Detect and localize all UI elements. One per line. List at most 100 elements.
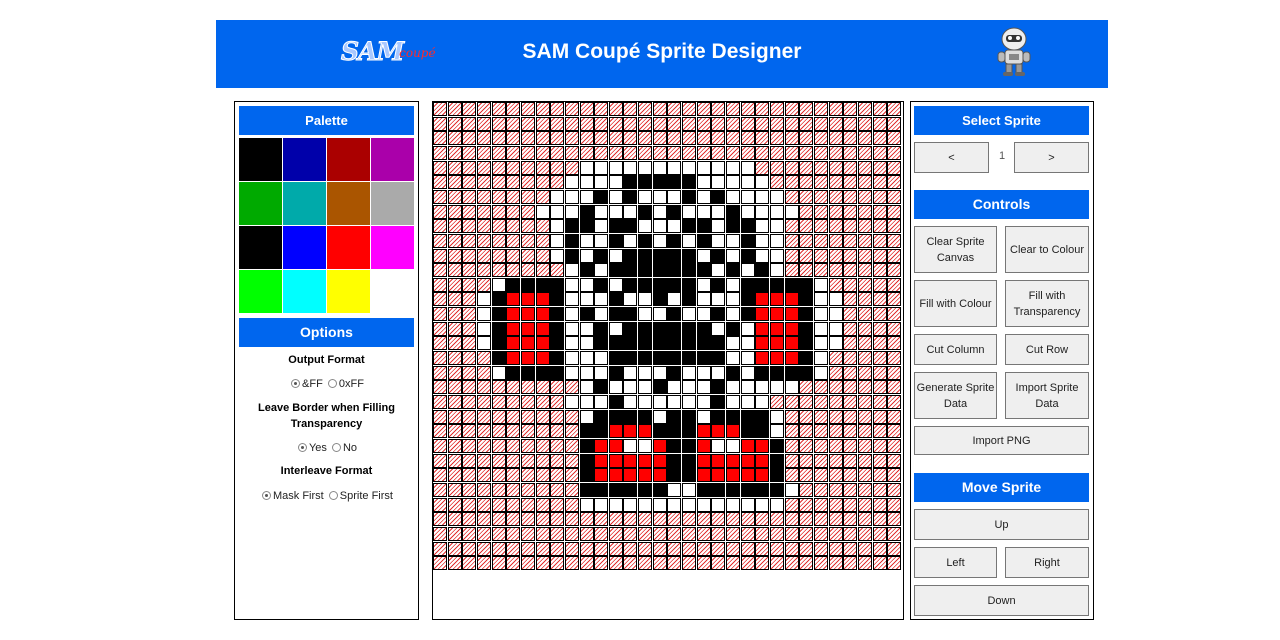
sprite-pixel[interactable] [609, 424, 623, 438]
sprite-pixel[interactable] [521, 498, 535, 512]
sprite-pixel[interactable] [755, 380, 769, 394]
sprite-pixel[interactable] [755, 498, 769, 512]
sprite-pixel[interactable] [829, 146, 843, 160]
sprite-pixel[interactable] [814, 336, 828, 350]
sprite-pixel[interactable] [887, 556, 901, 570]
sprite-pixel[interactable] [682, 131, 696, 145]
sprite-pixel[interactable] [492, 307, 506, 321]
sprite-pixel[interactable] [799, 336, 813, 350]
sprite-pixel[interactable] [506, 439, 520, 453]
sprite-pixel[interactable] [755, 366, 769, 380]
sprite-pixel[interactable] [873, 278, 887, 292]
sprite-pixel[interactable] [506, 102, 520, 116]
sprite-pixel[interactable] [726, 454, 740, 468]
sprite-pixel[interactable] [506, 146, 520, 160]
sprite-pixel[interactable] [667, 161, 681, 175]
move-up-button[interactable]: Up [914, 509, 1089, 540]
sprite-pixel[interactable] [741, 175, 755, 189]
sprite-pixel[interactable] [462, 483, 476, 497]
sprite-pixel[interactable] [682, 512, 696, 526]
sprite-pixel[interactable] [492, 263, 506, 277]
sprite-pixel[interactable] [506, 234, 520, 248]
sprite-pixel[interactable] [448, 527, 462, 541]
sprite-pixel[interactable] [580, 146, 594, 160]
sprite-pixel[interactable] [682, 439, 696, 453]
sprite-pixel[interactable] [843, 205, 857, 219]
sprite-pixel[interactable] [697, 146, 711, 160]
sprite-pixel[interactable] [638, 439, 652, 453]
sprite-pixel[interactable] [814, 498, 828, 512]
sprite-pixel[interactable] [623, 234, 637, 248]
sprite-pixel[interactable] [858, 190, 872, 204]
sprite-pixel[interactable] [536, 131, 550, 145]
sprite-pixel[interactable] [667, 542, 681, 556]
sprite-pixel[interactable] [477, 131, 491, 145]
sprite-pixel[interactable] [755, 527, 769, 541]
palette-swatch[interactable] [327, 138, 370, 181]
sprite-pixel[interactable] [448, 322, 462, 336]
sprite-pixel[interactable] [887, 117, 901, 131]
sprite-pixel[interactable] [638, 307, 652, 321]
sprite-pixel[interactable] [477, 190, 491, 204]
sprite-pixel[interactable] [462, 454, 476, 468]
sprite-pixel[interactable] [506, 131, 520, 145]
sprite-pixel[interactable] [594, 351, 608, 365]
sprite-pixel[interactable] [755, 146, 769, 160]
sprite-pixel[interactable] [682, 542, 696, 556]
sprite-pixel[interactable] [594, 468, 608, 482]
sprite-pixel[interactable] [506, 307, 520, 321]
sprite-pixel[interactable] [741, 234, 755, 248]
sprite-pixel[interactable] [448, 175, 462, 189]
sprite-pixel[interactable] [785, 410, 799, 424]
sprite-pixel[interactable] [873, 336, 887, 350]
sprite-pixel[interactable] [653, 468, 667, 482]
sprite-pixel[interactable] [594, 102, 608, 116]
sprite-pixel[interactable] [565, 542, 579, 556]
sprite-pixel[interactable] [829, 424, 843, 438]
sprite-pixel[interactable] [653, 512, 667, 526]
sprite-pixel[interactable] [653, 556, 667, 570]
sprite-pixel[interactable] [799, 556, 813, 570]
sprite-pixel[interactable] [638, 556, 652, 570]
sprite-pixel[interactable] [492, 424, 506, 438]
sprite-pixel[interactable] [550, 146, 564, 160]
leave-border-radio-yes[interactable] [297, 443, 307, 453]
sprite-pixel[interactable] [873, 410, 887, 424]
sprite-pixel[interactable] [697, 351, 711, 365]
sprite-pixel[interactable] [448, 102, 462, 116]
sprite-pixel[interactable] [536, 439, 550, 453]
sprite-pixel[interactable] [873, 439, 887, 453]
sprite-pixel[interactable] [697, 234, 711, 248]
sprite-pixel[interactable] [711, 498, 725, 512]
sprite-pixel[interactable] [609, 542, 623, 556]
sprite-pixel[interactable] [726, 102, 740, 116]
sprite-pixel[interactable] [462, 395, 476, 409]
sprite-pixel[interactable] [477, 263, 491, 277]
sprite-pixel[interactable] [580, 292, 594, 306]
sprite-pixel[interactable] [477, 527, 491, 541]
sprite-pixel[interactable] [550, 161, 564, 175]
sprite-pixel[interactable] [536, 542, 550, 556]
sprite-pixel[interactable] [536, 395, 550, 409]
sprite-pixel[interactable] [814, 161, 828, 175]
output-format-radio-hex[interactable] [327, 379, 337, 389]
sprite-pixel[interactable] [623, 424, 637, 438]
sprite-pixel[interactable] [506, 483, 520, 497]
sprite-pixel[interactable] [448, 278, 462, 292]
sprite-pixel[interactable] [506, 161, 520, 175]
sprite-pixel[interactable] [462, 336, 476, 350]
sprite-pixel[interactable] [785, 263, 799, 277]
sprite-pixel[interactable] [623, 439, 637, 453]
sprite-pixel[interactable] [623, 380, 637, 394]
sprite-pixel[interactable] [785, 439, 799, 453]
sprite-pixel[interactable] [741, 483, 755, 497]
sprite-pixel[interactable] [843, 292, 857, 306]
sprite-pixel[interactable] [887, 527, 901, 541]
sprite-pixel[interactable] [785, 175, 799, 189]
sprite-pixel[interactable] [580, 219, 594, 233]
sprite-pixel[interactable] [477, 395, 491, 409]
sprite-pixel[interactable] [653, 527, 667, 541]
sprite-pixel[interactable] [799, 454, 813, 468]
output-format-radio-amp[interactable] [291, 379, 301, 389]
sprite-pixel[interactable] [448, 512, 462, 526]
